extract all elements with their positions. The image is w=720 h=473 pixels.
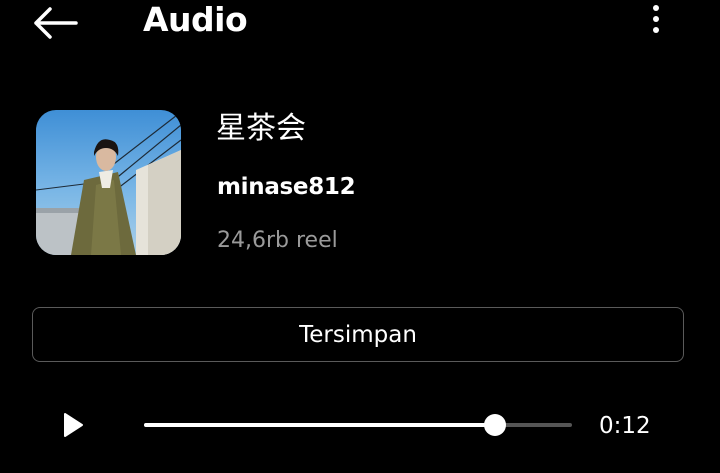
play-button[interactable] <box>58 408 90 442</box>
play-icon <box>64 413 83 437</box>
app-header: Audio <box>0 0 720 46</box>
album-cover[interactable] <box>36 110 181 255</box>
progress-thumb[interactable] <box>483 414 506 436</box>
album-cover-image <box>36 110 181 255</box>
arrow-left-icon <box>34 7 78 39</box>
playback-time: 0:12 <box>599 413 651 439</box>
reels-count: 24,6rb reel <box>217 228 338 253</box>
more-options-button[interactable] <box>640 2 672 38</box>
progress-fill <box>144 423 495 427</box>
back-button[interactable] <box>30 4 80 42</box>
audio-title: 星茶会 <box>216 111 306 146</box>
saved-button[interactable]: Tersimpan <box>32 307 684 362</box>
more-vertical-icon <box>653 5 659 33</box>
progress-slider[interactable] <box>144 411 572 439</box>
page-title: Audio <box>143 0 248 39</box>
artist-name[interactable]: minase812 <box>217 170 356 204</box>
